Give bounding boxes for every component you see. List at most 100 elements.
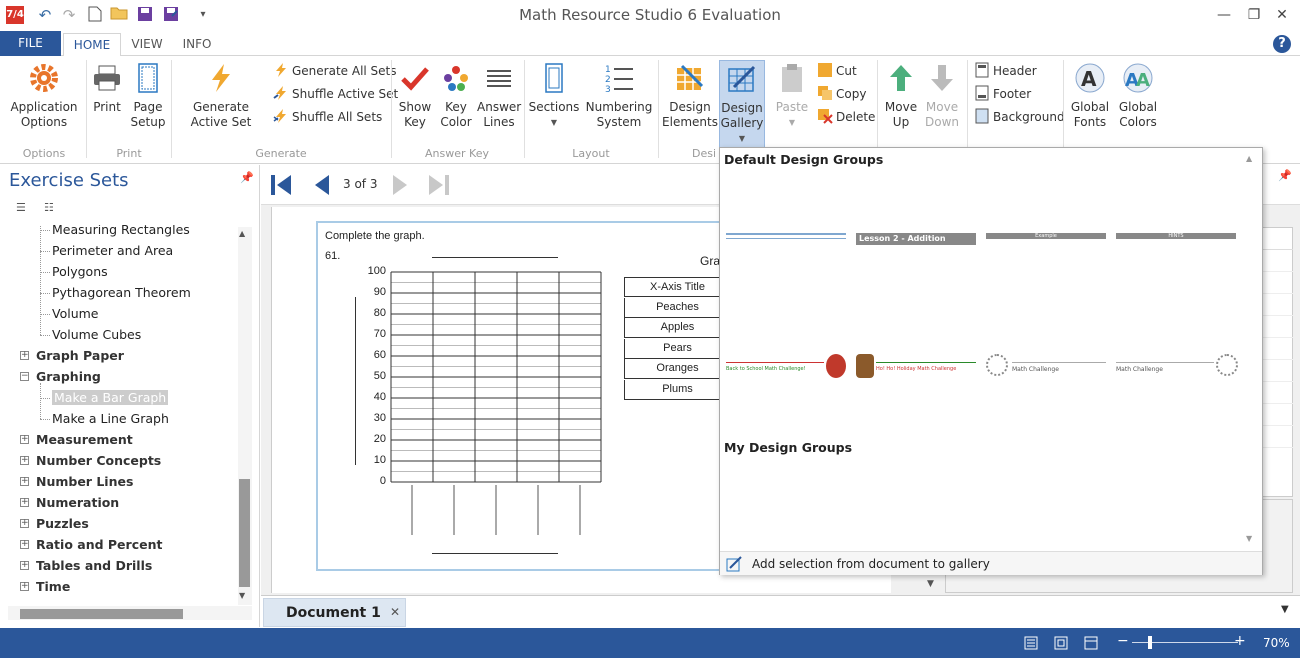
design-elements-button[interactable]: Design Elements xyxy=(662,60,718,130)
page-setup-button[interactable]: Page Setup xyxy=(128,60,168,130)
tree-item[interactable]: Make a Bar Graph xyxy=(52,387,169,408)
global-colors-button[interactable]: AA Global Colors xyxy=(1116,60,1160,130)
tree-category[interactable]: Graphing xyxy=(36,366,101,387)
generate-active-set-button[interactable]: Generate Active Set xyxy=(176,60,266,130)
application-options-button[interactable]: Application Options xyxy=(8,60,80,130)
tab-home[interactable]: HOME xyxy=(63,33,121,57)
expand-icon[interactable]: + xyxy=(20,477,29,486)
tab-info[interactable]: INFO xyxy=(174,33,220,57)
redo-icon[interactable]: ↷ xyxy=(60,6,78,24)
tree-category[interactable]: Number Lines xyxy=(36,471,133,492)
math-challenge-design-2[interactable]: Math Challenge xyxy=(1116,354,1238,380)
expand-icon[interactable]: + xyxy=(20,351,29,360)
pin-icon[interactable]: 📌 xyxy=(240,171,254,184)
back-to-school-design[interactable]: Back to School Math Challenge! xyxy=(726,354,846,380)
zoom-out-button[interactable]: − xyxy=(1117,633,1129,649)
paste-button[interactable]: Paste ▼ xyxy=(770,60,814,130)
tree-category[interactable]: Time xyxy=(36,576,70,597)
blue-line-design[interactable] xyxy=(726,233,846,239)
move-up-button[interactable]: Move Up xyxy=(881,60,921,130)
tree-category[interactable]: Measurement xyxy=(36,429,133,450)
example-banner-design[interactable]: Example xyxy=(986,233,1106,239)
zoom-in-button[interactable]: + xyxy=(1234,633,1246,649)
tree-category[interactable]: Ratio and Percent xyxy=(36,534,162,555)
previous-page-icon[interactable] xyxy=(311,173,335,197)
holiday-design[interactable]: Ho! Ho! Holiday Math Challenge xyxy=(856,354,976,380)
key-color-button[interactable]: Key Color xyxy=(437,60,475,130)
expand-icon[interactable]: + xyxy=(20,540,29,549)
expand-icon[interactable]: + xyxy=(20,519,29,528)
horizontal-scroll-thumb[interactable] xyxy=(20,609,183,619)
new-icon[interactable] xyxy=(86,6,104,24)
gallery-scroll-down-icon[interactable]: ▼ xyxy=(1246,534,1252,543)
hints-banner-design[interactable]: HINTS xyxy=(1116,233,1236,239)
footer-button[interactable]: Footer xyxy=(974,84,1031,104)
document-tab[interactable]: Document 1 ✕ xyxy=(263,598,406,627)
first-page-icon[interactable] xyxy=(269,173,293,197)
vertical-scroll-thumb[interactable] xyxy=(239,479,250,587)
draft-view-icon[interactable] xyxy=(1024,636,1038,650)
help-icon[interactable]: ? xyxy=(1273,35,1291,53)
tree-item[interactable]: Volume xyxy=(52,303,99,324)
last-page-icon[interactable] xyxy=(427,173,451,197)
save-icon[interactable] xyxy=(136,6,154,24)
close-button[interactable]: ✕ xyxy=(1268,4,1296,26)
background-button[interactable]: Background xyxy=(974,107,1065,127)
delete-button[interactable]: Delete xyxy=(817,107,875,127)
tree-item[interactable]: Measuring Rectangles xyxy=(52,225,190,240)
tab-file[interactable]: FILE xyxy=(0,31,61,56)
scroll-down-icon[interactable]: ▼ xyxy=(239,591,245,600)
tree-category[interactable]: Puzzles xyxy=(36,513,89,534)
tree-item[interactable]: Volume Cubes xyxy=(52,324,141,345)
tree-category[interactable]: Number Concepts xyxy=(36,450,161,471)
global-fonts-button[interactable]: A Global Fonts xyxy=(1068,60,1112,130)
gallery-scroll-up-icon[interactable]: ▲ xyxy=(1246,154,1252,163)
scroll-up-icon[interactable]: ▲ xyxy=(239,229,245,238)
next-page-icon[interactable] xyxy=(387,173,411,197)
answer-lines-button[interactable]: Answer Lines xyxy=(477,60,521,130)
tree-item[interactable]: Polygons xyxy=(52,261,108,282)
sections-button[interactable]: Sections ▼ xyxy=(528,60,580,130)
save-as-icon[interactable] xyxy=(162,6,180,24)
expand-all-icon[interactable]: ☷ xyxy=(44,200,62,216)
shuffle-all-sets-button[interactable]: Shuffle All Sets xyxy=(273,107,382,127)
open-icon[interactable] xyxy=(110,6,128,24)
shuffle-active-set-button[interactable]: Shuffle Active Set xyxy=(273,84,398,104)
expand-icon[interactable]: + xyxy=(20,456,29,465)
tree-item[interactable]: Pythagorean Theorem xyxy=(52,282,191,303)
generate-all-sets-button[interactable]: Generate All Sets xyxy=(273,61,397,81)
tree-category[interactable]: Tables and Drills xyxy=(36,555,152,576)
customize-icon[interactable]: ▾ xyxy=(194,6,212,24)
collapse-all-icon[interactable]: ☰ xyxy=(16,200,34,216)
expand-icon[interactable]: + xyxy=(20,582,29,591)
zoom-slider-thumb[interactable] xyxy=(1148,636,1152,649)
panel-pin-icon[interactable]: 📌 xyxy=(1278,169,1292,182)
expand-icon[interactable]: + xyxy=(20,435,29,444)
expand-icon[interactable]: + xyxy=(20,561,29,570)
tree-category[interactable]: Numeration xyxy=(36,492,119,513)
expand-icon[interactable]: + xyxy=(20,498,29,507)
math-challenge-design-1[interactable]: Math Challenge xyxy=(986,354,1106,380)
tree-item[interactable]: Make a Line Graph xyxy=(52,408,169,429)
move-down-button[interactable]: Move Down xyxy=(922,60,962,130)
restore-button[interactable]: ❐ xyxy=(1240,4,1268,26)
panel-dropdown-icon[interactable]: ▼ xyxy=(927,579,934,589)
design-gallery-button[interactable]: Design Gallery ▼ xyxy=(719,60,765,148)
tree-category[interactable]: Graph Paper xyxy=(36,345,124,366)
lesson-banner-design[interactable]: Lesson 2 - Addition xyxy=(856,233,976,245)
close-tab-icon[interactable]: ✕ xyxy=(390,605,400,619)
copy-button[interactable]: Copy xyxy=(817,84,866,104)
header-button[interactable]: Header xyxy=(974,61,1037,81)
collapse-icon[interactable]: − xyxy=(20,372,29,381)
minimize-button[interactable]: — xyxy=(1210,4,1238,26)
tree-item[interactable]: Perimeter and Area xyxy=(52,240,173,261)
web-layout-icon[interactable] xyxy=(1084,636,1098,650)
print-button[interactable]: Print xyxy=(88,60,126,115)
tab-view[interactable]: VIEW xyxy=(124,33,170,57)
cut-button[interactable]: Cut xyxy=(817,61,857,81)
print-layout-icon[interactable] xyxy=(1054,636,1068,650)
undo-icon[interactable]: ↶ xyxy=(36,6,54,24)
gallery-footer[interactable]: Add selection from document to gallery xyxy=(720,551,1262,575)
numbering-system-button[interactable]: 123 Numbering System xyxy=(584,60,654,130)
show-key-button[interactable]: Show Key xyxy=(395,60,435,130)
